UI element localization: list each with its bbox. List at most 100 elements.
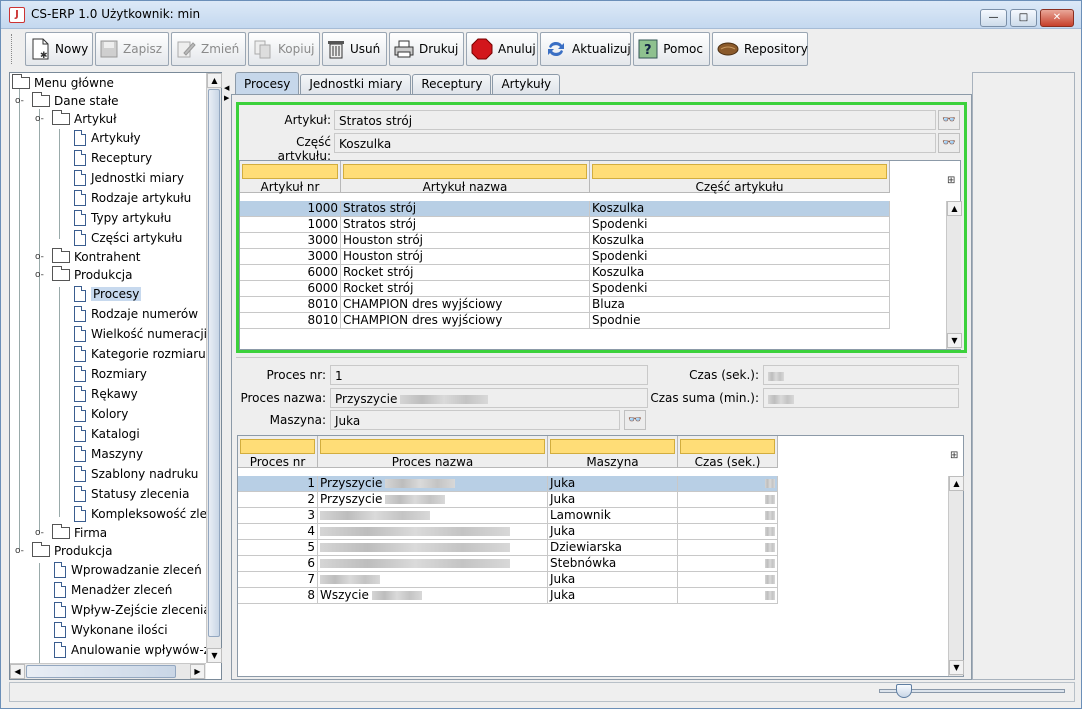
scroll-up-arrow-icon[interactable]: ▲ bbox=[947, 201, 962, 216]
article-grid-scrollbar[interactable]: ▲ ▼ bbox=[946, 201, 962, 349]
tree-item-maszyny[interactable]: Maszyny bbox=[74, 445, 143, 463]
column-header-maszyna[interactable]: Maszyna bbox=[548, 436, 678, 469]
table-row[interactable]: 3000 Houston strój Spodenki bbox=[240, 249, 890, 265]
tree-node-produkcja[interactable]: Produkcja bbox=[52, 266, 133, 284]
split-divider[interactable]: ◀ ▶ bbox=[223, 72, 231, 680]
repository-button[interactable]: Repository bbox=[712, 32, 808, 66]
column-header-artykul-nr[interactable]: Artykuł nr bbox=[240, 161, 341, 194]
filter-cell[interactable] bbox=[592, 164, 887, 179]
czas-sek-field[interactable] bbox=[763, 365, 959, 385]
table-row[interactable]: 3 Lamownik bbox=[238, 508, 778, 524]
scroll-up-arrow-icon[interactable]: ▲ bbox=[207, 73, 222, 88]
tree-item-menadzer-zlecen[interactable]: Menadżer zleceń bbox=[54, 581, 172, 599]
binoculars-icon[interactable]: 👓 bbox=[938, 133, 960, 153]
tree-node-artykul[interactable]: Artykuł bbox=[52, 110, 117, 128]
table-row[interactable]: 6 Stebnówka bbox=[238, 556, 778, 572]
filter-cell[interactable] bbox=[550, 439, 675, 454]
tree-item-kompleksowosc[interactable]: Kompleksowość zlec bbox=[74, 505, 206, 523]
scroll-thumb[interactable] bbox=[26, 665, 176, 678]
tree-vertical-scrollbar[interactable]: ▲ ▼ bbox=[206, 73, 222, 663]
tree-item-rodzaje-numerow[interactable]: Rodzaje numerów bbox=[74, 305, 198, 323]
tree-horizontal-scrollbar[interactable]: ◀ ▶ bbox=[10, 663, 206, 679]
close-button[interactable]: ✕ bbox=[1040, 9, 1074, 27]
czesc-artykulu-field[interactable]: Koszulka bbox=[334, 133, 936, 153]
tree-node-produkcja-main[interactable]: Produkcja bbox=[32, 542, 113, 560]
cancel-button[interactable]: Anuluj bbox=[466, 32, 538, 66]
tree-item-wplyw-zejscie[interactable]: Wpływ-Zejście zlecenia bbox=[54, 601, 206, 619]
column-chooser-icon[interactable]: ⊞ bbox=[950, 450, 958, 461]
expand-toggle-icon[interactable]: o- bbox=[35, 114, 44, 124]
expand-toggle-icon[interactable]: o- bbox=[35, 270, 44, 280]
filter-cell[interactable] bbox=[680, 439, 775, 454]
scroll-down-arrow-icon[interactable]: ▼ bbox=[949, 660, 964, 675]
scroll-thumb[interactable] bbox=[208, 89, 220, 637]
scroll-down-arrow-icon[interactable]: ▼ bbox=[947, 333, 962, 348]
expand-toggle-icon[interactable]: o- bbox=[35, 528, 44, 538]
maszyna-field[interactable]: Juka bbox=[330, 410, 620, 430]
column-header-proces-nazwa[interactable]: Proces nazwa bbox=[318, 436, 548, 469]
filter-cell[interactable] bbox=[242, 164, 338, 179]
tree-item-jednostki-miary[interactable]: Jednostki miary bbox=[74, 169, 184, 187]
filter-cell[interactable] bbox=[320, 439, 545, 454]
proces-nr-field[interactable]: 1 bbox=[330, 365, 648, 385]
expand-toggle-icon[interactable]: o- bbox=[15, 96, 24, 106]
column-chooser-icon[interactable]: ⊞ bbox=[947, 175, 955, 186]
column-header-czas-sek[interactable]: Czas (sek.) bbox=[678, 436, 778, 469]
table-row[interactable]: 7 Juka bbox=[238, 572, 778, 588]
expand-toggle-icon[interactable]: o- bbox=[35, 252, 44, 262]
binoculars-icon[interactable]: 👓 bbox=[624, 410, 646, 430]
table-row[interactable]: 8 Wszycie Juka bbox=[238, 588, 778, 604]
czas-suma-field[interactable] bbox=[763, 388, 959, 408]
table-row[interactable]: 6000 Rocket strój Spodenki bbox=[240, 281, 890, 297]
tree-item-artykuly[interactable]: Artykuły bbox=[74, 129, 141, 147]
scroll-left-arrow-icon[interactable]: ◀ bbox=[10, 664, 25, 679]
table-row[interactable]: 5 Dziewiarska bbox=[238, 540, 778, 556]
tree-item-rozmiary[interactable]: Rozmiary bbox=[74, 365, 147, 383]
save-button[interactable]: Zapisz bbox=[95, 32, 169, 66]
process-grid-scrollbar[interactable]: ▲ ▼ bbox=[948, 476, 964, 676]
tree-item-kategorie-rozmiaru[interactable]: Kategorie rozmiaru bbox=[74, 345, 206, 363]
edit-button[interactable]: Zmień bbox=[171, 32, 246, 66]
new-button[interactable]: ✱ Nowy bbox=[25, 32, 93, 66]
tree-node-dane-stale[interactable]: Dane stałe bbox=[32, 92, 119, 110]
tree-item-wykonane-ilosci[interactable]: Wykonane ilości bbox=[54, 621, 168, 639]
tab-jednostki-miary[interactable]: Jednostki miary bbox=[300, 74, 412, 94]
table-row[interactable]: 2 Przyszycie Juka bbox=[238, 492, 778, 508]
tree-item-rekawy[interactable]: Rękawy bbox=[74, 385, 138, 403]
table-row[interactable]: 1 Przyszycie Juka bbox=[238, 476, 778, 492]
tab-procesy[interactable]: Procesy bbox=[235, 72, 300, 94]
expand-arrow-icon[interactable]: ▶ bbox=[224, 94, 229, 102]
filter-cell[interactable] bbox=[343, 164, 587, 179]
filter-cell[interactable] bbox=[240, 439, 315, 454]
tree-item-szablony-nadruku[interactable]: Szablony nadruku bbox=[74, 465, 198, 483]
table-row[interactable]: 3000 Houston strój Koszulka bbox=[240, 233, 890, 249]
maximize-button[interactable]: □ bbox=[1010, 9, 1037, 27]
tree-item-anulowanie[interactable]: Anulowanie wpływów-zej bbox=[54, 641, 206, 659]
print-button[interactable]: Drukuj bbox=[389, 32, 464, 66]
tree-item-procesy[interactable]: Procesy bbox=[74, 285, 142, 303]
tree-item-typy-artykulu[interactable]: Typy artykułu bbox=[74, 209, 171, 227]
binoculars-icon[interactable]: 👓 bbox=[938, 110, 960, 130]
collapse-arrow-icon[interactable]: ◀ bbox=[224, 84, 229, 92]
column-header-artykul-nazwa[interactable]: Artykuł nazwa bbox=[341, 161, 590, 194]
tree-item-wprowadzanie-zlecen[interactable]: Wprowadzanie zleceń bbox=[54, 561, 202, 579]
tree-node-root[interactable]: Menu główne bbox=[12, 74, 114, 92]
delete-button[interactable]: Usuń bbox=[322, 32, 387, 66]
minimize-button[interactable]: — bbox=[980, 9, 1007, 27]
tree-item-rodzaje-artykulu[interactable]: Rodzaje artykułu bbox=[74, 189, 191, 207]
tree-item-kolory[interactable]: Kolory bbox=[74, 405, 128, 423]
tree-item-receptury[interactable]: Receptury bbox=[74, 149, 152, 167]
scroll-up-arrow-icon[interactable]: ▲ bbox=[949, 476, 964, 491]
column-header-czesc-artykulu[interactable]: Część artykułu bbox=[590, 161, 890, 194]
tree-node-kontrahent[interactable]: Kontrahent bbox=[52, 248, 141, 266]
table-row[interactable]: 6000 Rocket strój Koszulka bbox=[240, 265, 890, 281]
tree-item-katalogi[interactable]: Katalogi bbox=[74, 425, 140, 443]
expand-toggle-icon[interactable]: o- bbox=[15, 546, 24, 556]
table-row[interactable]: 1000 Stratos strój Spodenki bbox=[240, 217, 890, 233]
scroll-right-arrow-icon[interactable]: ▶ bbox=[190, 664, 205, 679]
table-row[interactable]: 1000 Stratos strój Koszulka bbox=[240, 201, 890, 217]
tree-node-firma[interactable]: Firma bbox=[52, 524, 107, 542]
column-header-proces-nr[interactable]: Proces nr bbox=[238, 436, 318, 469]
tree-item-statusy-zlecenia[interactable]: Statusy zlecenia bbox=[74, 485, 189, 503]
tab-artykuly[interactable]: Artykuły bbox=[492, 74, 561, 94]
